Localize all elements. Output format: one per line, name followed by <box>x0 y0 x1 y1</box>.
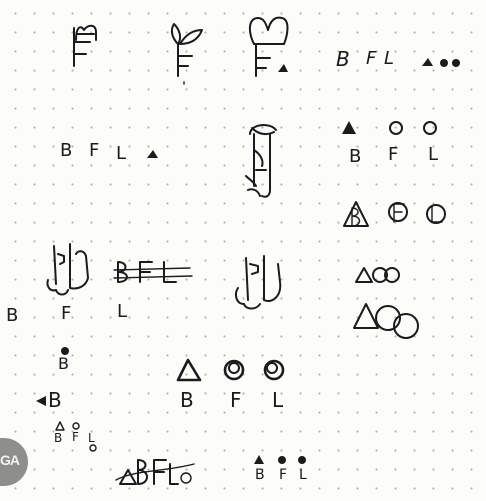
sketch-scribbled-combined-logo <box>115 459 195 485</box>
sketch-big-shapes-row <box>176 358 285 382</box>
sketch-logo-heart-f-1 <box>73 24 97 67</box>
sketch-bottom-right-symbols <box>254 455 306 464</box>
bfl-label-big-b: B <box>180 388 194 412</box>
sketch-struck-bfl <box>113 261 193 283</box>
sketch-small-o-under-l <box>89 444 97 452</box>
sketch-hand-logo-right <box>235 255 282 310</box>
small-stack-b: B <box>54 431 63 445</box>
bfl-label-bottom-f: F <box>279 467 288 483</box>
bfl-label-row4-b: B <box>6 305 19 326</box>
bfl-label-stack-f: F <box>388 144 399 165</box>
bfl-label-row2-l: L <box>116 143 127 164</box>
sketch-triangle-two-circles-small <box>355 267 400 283</box>
bfl-label-row1-b: B <box>336 47 350 71</box>
dot-grid-sketch-page: B F L B F L B F L B F L B B F L B B F L … <box>0 0 486 501</box>
small-stack-f: F <box>72 430 79 444</box>
sketch-triangle-two-circles-large <box>353 303 419 339</box>
sketch-letters-in-shapes <box>343 201 446 227</box>
bfl-label-row2-f: F <box>89 140 100 161</box>
bfl-label-bottom-l: L <box>299 467 307 483</box>
bfl-label-stack-b: B <box>349 146 362 167</box>
small-b-under-dot: B <box>58 354 69 373</box>
bfl-label-big-l: L <box>272 388 284 412</box>
bfl-label-row4-l: L <box>117 301 128 322</box>
bfl-label-stack-l: L <box>428 144 439 165</box>
bfl-label-row2-b: B <box>60 140 73 161</box>
bfl-label-big-f: F <box>230 388 242 412</box>
corner-stamp-text: GA <box>0 452 20 468</box>
bfl-label-bottom-b: B <box>255 467 265 483</box>
sketch-logo-heart-f-2 <box>248 16 289 77</box>
bfl-label-row1-l: L <box>384 48 395 69</box>
sketch-vertical-logo-tall <box>245 124 277 198</box>
sketch-small-triangle-circle-circle <box>422 58 460 67</box>
sketch-filled-triangle-row2 <box>147 150 158 158</box>
bfl-label-row4-f: F <box>61 303 72 324</box>
sketch-row2-right-shapes <box>342 121 437 135</box>
bfl-label-row1-f: F <box>366 48 377 69</box>
b-with-pointer: B <box>48 388 62 412</box>
sketch-logo-leaves-f <box>170 23 203 85</box>
sketch-hand-logo-left <box>46 243 89 296</box>
